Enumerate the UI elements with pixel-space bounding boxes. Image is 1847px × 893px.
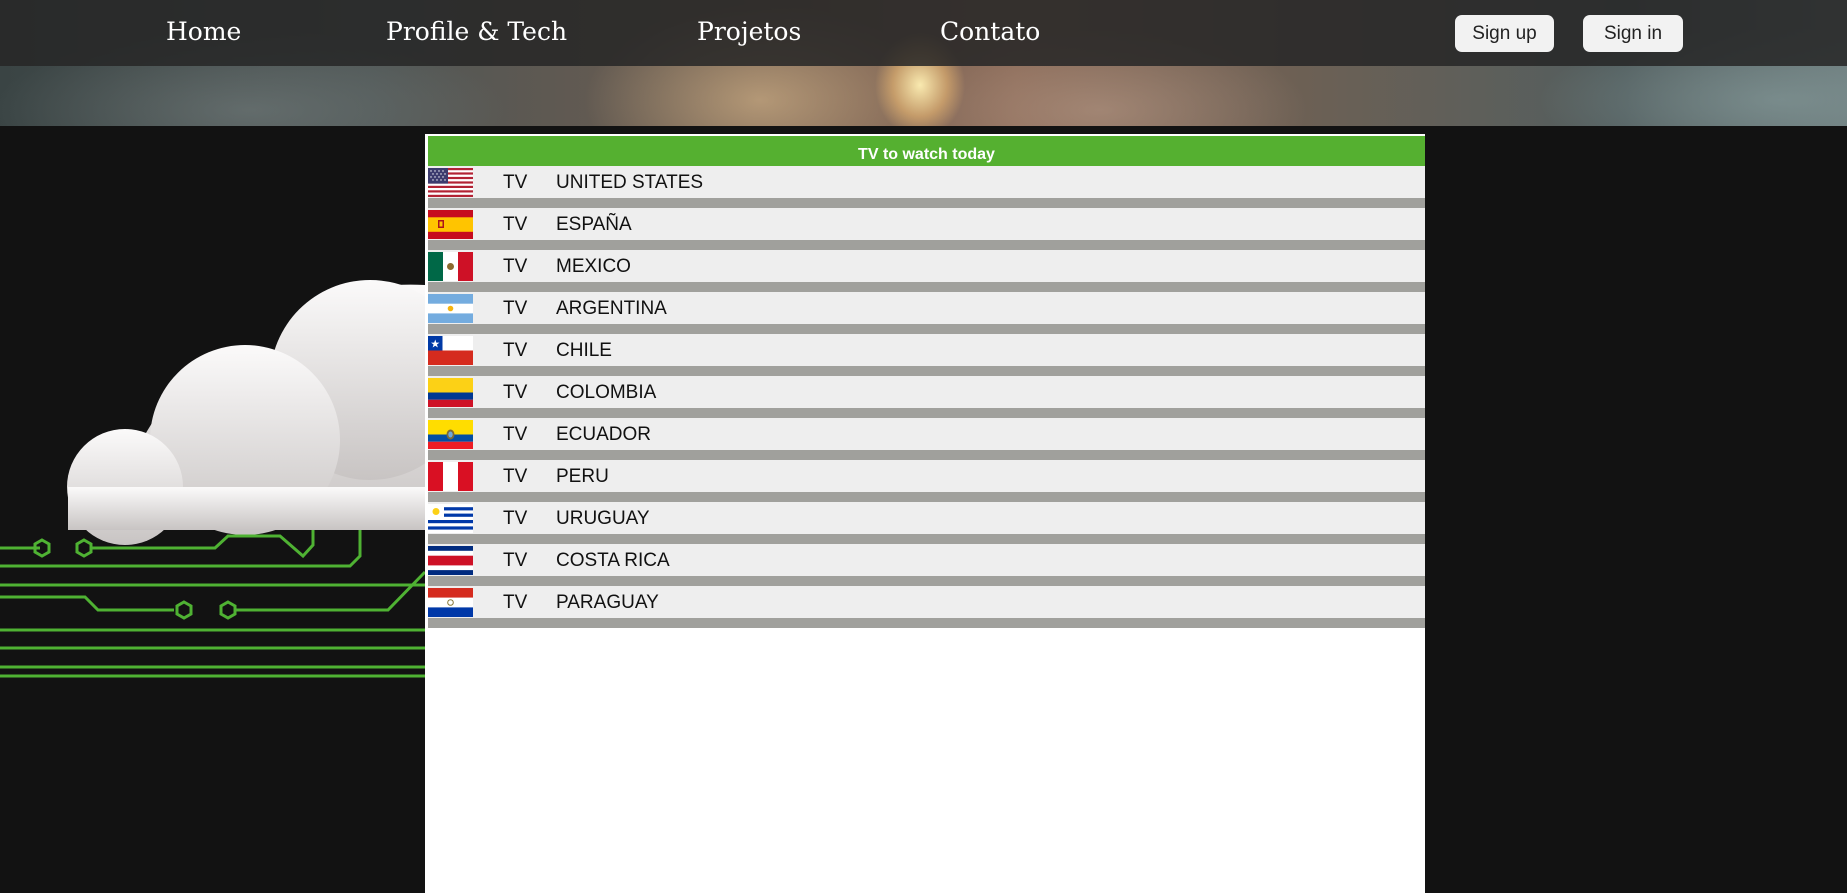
channel-label: TV <box>503 214 528 235</box>
table-row[interactable]: TV UNITED STATES <box>428 166 1425 208</box>
channel-label: TV <box>503 508 528 529</box>
sign-up-button[interactable]: Sign up <box>1455 15 1554 52</box>
channel-label: TV <box>503 172 528 193</box>
paraguay-flag-icon <box>428 588 473 617</box>
channel-label: TV <box>503 466 528 487</box>
channel-label: TV <box>503 340 528 361</box>
mexico-flag-icon <box>428 252 473 281</box>
nav-contato-link[interactable]: Contato <box>940 17 1040 46</box>
table-row[interactable]: TV ESPAÑA <box>428 208 1425 250</box>
table-row[interactable]: TV MEXICO <box>428 250 1425 292</box>
country-name: ESPAÑA <box>556 214 632 235</box>
cloud-shape <box>67 280 430 545</box>
tv-table-panel: TV to watch today TV UNITED STATES TV ES… <box>425 134 1425 893</box>
country-name: CHILE <box>556 340 612 361</box>
colombia-flag-icon <box>428 378 473 407</box>
table-row[interactable]: TV CHILE <box>428 334 1425 376</box>
country-list: TV UNITED STATES TV ESPAÑA TV MEXICO TV … <box>428 166 1425 628</box>
table-row[interactable]: TV COLOMBIA <box>428 376 1425 418</box>
chile-flag-icon <box>428 336 473 365</box>
country-name: UNITED STATES <box>556 172 704 193</box>
argentina-flag-icon <box>428 294 473 323</box>
country-name: ECUADOR <box>556 424 652 445</box>
circuit-lines <box>0 530 427 678</box>
channel-label: TV <box>503 424 528 445</box>
table-row[interactable]: TV PERU <box>428 460 1425 502</box>
nav-projetos-link[interactable]: Projetos <box>697 17 801 46</box>
country-name: COSTA RICA <box>556 550 670 571</box>
channel-label: TV <box>503 256 528 277</box>
country-name: PARAGUAY <box>556 592 659 613</box>
country-name: PERU <box>556 466 609 487</box>
table-row[interactable]: TV ECUADOR <box>428 418 1425 460</box>
nav-home-link[interactable]: Home <box>166 17 241 46</box>
channel-label: TV <box>503 592 528 613</box>
table-row[interactable]: TV ARGENTINA <box>428 292 1425 334</box>
us-flag-icon <box>428 168 473 197</box>
channel-label: TV <box>503 382 528 403</box>
uruguay-flag-icon <box>428 504 473 533</box>
country-name: ARGENTINA <box>556 298 667 319</box>
costa-rica-flag-icon <box>428 546 473 575</box>
channel-label: TV <box>503 298 528 319</box>
nav-profile-tech-link[interactable]: Profile & Tech <box>386 17 567 46</box>
country-name: URUGUAY <box>556 508 650 529</box>
sign-in-button[interactable]: Sign in <box>1583 15 1683 52</box>
cloud-circuit-illustration <box>0 280 430 678</box>
table-row[interactable]: TV URUGUAY <box>428 502 1425 544</box>
table-row[interactable]: TV PARAGUAY <box>428 586 1425 628</box>
country-name: COLOMBIA <box>556 382 657 403</box>
spain-flag-icon <box>428 210 473 239</box>
channel-label: TV <box>503 550 528 571</box>
peru-flag-icon <box>428 462 473 491</box>
table-title-bar: TV to watch today <box>428 136 1425 166</box>
ecuador-flag-icon <box>428 420 473 449</box>
top-navbar: Home Profile & Tech Projetos Contato Sig… <box>0 0 1847 66</box>
table-row[interactable]: TV COSTA RICA <box>428 544 1425 586</box>
country-name: MEXICO <box>556 256 631 277</box>
